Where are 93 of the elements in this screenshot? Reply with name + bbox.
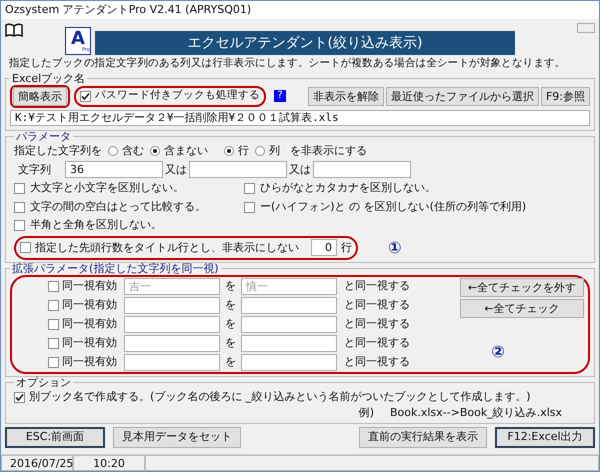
field-label: 文字列 — [18, 162, 51, 178]
particle-label: を — [225, 354, 236, 370]
radio-button[interactable] — [224, 146, 234, 156]
annotation-number: ① — [388, 236, 402, 259]
checkbox-label: 指定した先頭行数をタイトル行とし、非表示にしない — [35, 240, 299, 256]
path-field[interactable]: K:¥テスト用エクセルデータ２¥一括削除用¥２００１試算表.xls — [10, 110, 590, 126]
row-suffix: と同一視する — [344, 297, 410, 313]
row-suffix: と同一視する — [344, 316, 410, 332]
checkbox[interactable] — [244, 202, 255, 212]
footer-button[interactable]: 直前の実行結果を表示 — [359, 426, 487, 448]
checkbox[interactable] — [20, 242, 31, 254]
radio-button[interactable] — [108, 146, 118, 156]
status-cell: 2016/07/25 — [1, 455, 73, 471]
description: 指定したブックの指定文字列のある列又は行非表示にします。シートが複数ある場合は全シートが対象となります。 — [8, 56, 566, 71]
footer-button[interactable]: F12:Excel出力 — [495, 426, 595, 448]
text-field[interactable] — [124, 334, 220, 352]
group-label: オプション — [15, 376, 72, 389]
checkbox[interactable] — [48, 356, 59, 368]
footer-button[interactable]: ESC:前画面 — [5, 426, 105, 448]
checkbox[interactable] — [48, 280, 59, 292]
particle-label: を — [225, 278, 236, 294]
radio-label: 列 — [269, 142, 280, 159]
row-suffix: と同一視する — [344, 335, 410, 351]
checkbox-label: ひらがなとカタカナを区別しない。 — [260, 180, 436, 196]
checkbox-label: パスワード付きブックも処理する — [95, 88, 260, 104]
annotation-number: ② — [491, 340, 505, 363]
text-field[interactable] — [241, 316, 337, 333]
checkbox-label: 大文字と小文字を区別しない。 — [30, 180, 184, 196]
row-label: 同一視有効 — [62, 335, 117, 351]
text-field[interactable] — [313, 161, 411, 178]
window-title: Ozsystem アテンダントPro V2.41 (APRYSQ01) — [5, 2, 252, 18]
mode-suffix: を非表示にする — [290, 142, 367, 159]
field-label: 又は — [165, 162, 187, 178]
checkbox-label: 半角と全角を区別しない。 — [30, 217, 162, 234]
example-text: Book.xlsx-->Book_絞り込み.xlsx — [390, 405, 562, 422]
checkbox[interactable] — [48, 318, 59, 330]
text-field[interactable] — [124, 316, 220, 333]
checkbox[interactable] — [14, 220, 25, 231]
minimize-button[interactable] — [577, 23, 595, 33]
group-label: Excelブック名 — [11, 72, 86, 85]
checkbox[interactable] — [244, 183, 255, 194]
check-all-button[interactable]: ←全てチェック — [460, 298, 584, 318]
checkbox[interactable] — [48, 338, 59, 349]
checkmark-icon — [15, 392, 24, 402]
row-suffix: と同一視する — [344, 278, 410, 294]
field-label: 又は — [289, 162, 311, 178]
example-label: 例) — [358, 405, 374, 422]
radio-button[interactable] — [255, 146, 265, 156]
row-label: 同一視有効 — [62, 316, 117, 332]
row-label: 同一視有効 — [62, 278, 117, 294]
group-label: 拡張パラメータ(指定した文字列を同一視) — [11, 262, 220, 275]
toolbar-button[interactable]: 最近使ったファイルから選択 — [386, 86, 539, 106]
status-cell: 10:20 — [73, 455, 145, 471]
radio-label: 含まない — [164, 142, 208, 159]
radio-label: 行 — [238, 142, 249, 159]
help-button[interactable]: ? — [274, 90, 286, 102]
row-label: 同一視有効 — [62, 354, 117, 370]
group-label: パラメータ — [15, 130, 72, 143]
checkbox[interactable] — [14, 183, 25, 194]
text-field[interactable] — [124, 354, 220, 371]
simple-view-button[interactable]: 簡略表示 — [13, 86, 67, 106]
text-field[interactable] — [241, 354, 337, 371]
radio-label: 含む — [122, 142, 144, 159]
checkbox[interactable] — [48, 300, 59, 311]
unit-label: 行 — [341, 240, 352, 256]
footer-button[interactable]: 見本用データをセット — [113, 426, 241, 448]
text-field[interactable] — [189, 161, 287, 178]
row-suffix: と同一視する — [344, 354, 410, 370]
text-field[interactable] — [241, 334, 337, 352]
checkmark-icon — [81, 92, 90, 101]
particle-label: を — [225, 335, 236, 351]
toolbar-button[interactable]: 非表示を解除 — [308, 86, 384, 106]
text-field[interactable] — [241, 296, 337, 314]
text-field[interactable]: 慎一 — [241, 278, 337, 295]
toolbar-button[interactable]: F9:参照 — [540, 86, 590, 106]
header-banner: エクセルアテンダント(絞り込み表示) — [95, 31, 515, 55]
checkbox[interactable] — [80, 90, 91, 102]
particle-label: を — [225, 297, 236, 313]
check-all-button[interactable]: ←全てチェックを外す — [460, 278, 584, 297]
text-field[interactable]: 吉一 — [124, 278, 220, 295]
row-count-field[interactable]: 0 — [311, 239, 337, 256]
radio-button[interactable] — [150, 146, 160, 156]
checkbox[interactable] — [14, 392, 25, 402]
mode-label: 指定した文字列を — [14, 142, 102, 159]
row-label: 同一視有効 — [62, 297, 117, 313]
particle-label: を — [225, 316, 236, 332]
checkbox[interactable] — [14, 202, 25, 212]
checkbox-label: ー(ハイフォン)と の を区別しない(住所の列等で利用) — [260, 198, 526, 215]
text-field[interactable] — [124, 296, 220, 314]
text-field[interactable]: 36 — [65, 161, 163, 178]
checkbox-label: 別ブック名で作成する。(ブック名の後ろに _絞り込みという名前がついたブックとして作成します。) — [29, 388, 531, 405]
checkbox-label: 文字の間の空白はとって比較する。 — [30, 198, 206, 215]
book-icon — [5, 23, 23, 37]
